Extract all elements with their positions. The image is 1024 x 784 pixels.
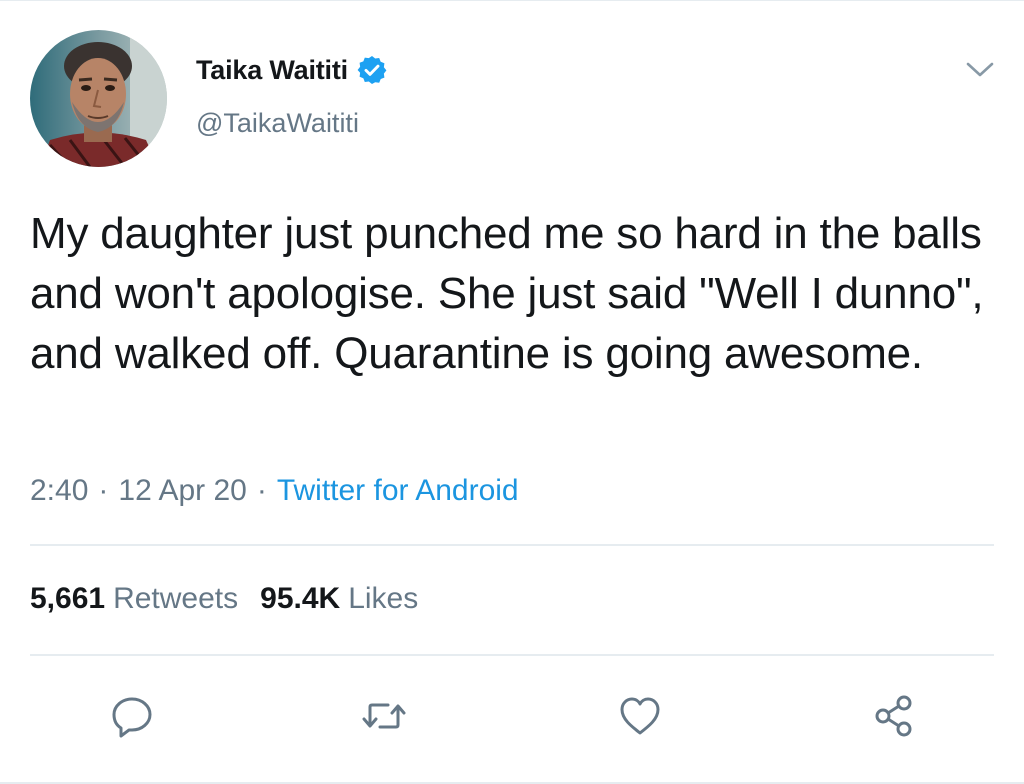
retweet-button[interactable] (356, 690, 412, 746)
retweets-stat[interactable]: 5,661 Retweets (30, 582, 260, 615)
separator-dot: · (256, 474, 267, 507)
author-name-row[interactable]: Taika Waititi (196, 50, 388, 90)
reply-icon (109, 693, 155, 744)
likes-count: 95.4K (260, 582, 341, 615)
like-button[interactable] (612, 690, 668, 746)
divider (30, 654, 994, 656)
display-name[interactable]: Taika Waititi (196, 55, 348, 86)
tweet-time[interactable]: 2:40 (30, 474, 88, 507)
likes-label: Likes (348, 582, 419, 615)
tweet-metadata: 2:40 · 12 Apr 20 · Twitter for Android (30, 474, 519, 508)
tweet-stats: 5,661 Retweets 95.4K Likes (30, 582, 440, 616)
top-border (0, 0, 1024, 1)
tweet-date[interactable]: 12 Apr 20 (118, 474, 246, 507)
share-icon (871, 693, 917, 744)
tweet-source-link[interactable]: Twitter for Android (277, 474, 519, 507)
more-options-chevron-icon[interactable] (960, 50, 1000, 90)
like-icon (617, 693, 663, 744)
user-handle[interactable]: @TaikaWaititi (196, 108, 359, 139)
retweets-label: Retweets (113, 582, 239, 615)
verified-badge-icon (356, 54, 388, 86)
tweet-text: My daughter just punched me so hard in t… (30, 209, 984, 378)
separator-dot: · (98, 474, 109, 507)
reply-button[interactable] (104, 690, 160, 746)
retweet-icon (360, 693, 408, 744)
share-button[interactable] (866, 690, 922, 746)
retweets-count: 5,661 (30, 582, 106, 615)
likes-stat[interactable]: 95.4K Likes (260, 582, 440, 615)
avatar[interactable] (30, 30, 167, 167)
divider (30, 544, 994, 546)
